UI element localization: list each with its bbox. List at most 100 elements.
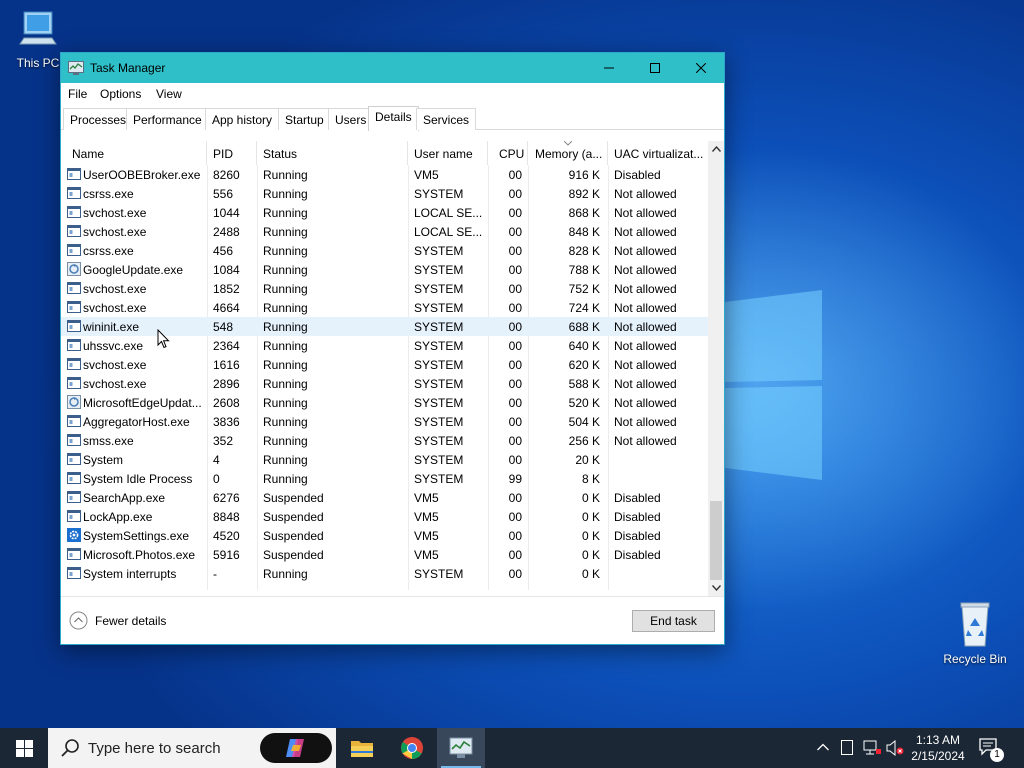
- table-row[interactable]: svchost.exe 1044 Running LOCAL SE... 00 868 K…: [61, 203, 708, 222]
- notification-center-button[interactable]: 1: [978, 736, 1004, 762]
- tab-performance[interactable]: Performance: [126, 108, 209, 130]
- cell-status: Running: [263, 453, 308, 467]
- chevron-up-circle-icon: [69, 611, 88, 630]
- column-header-name[interactable]: Name: [61, 141, 207, 165]
- window-icon: [67, 338, 81, 352]
- cell-mem: 0 K: [581, 548, 600, 562]
- updater-icon: [67, 395, 81, 409]
- cell-user: SYSTEM: [414, 396, 464, 410]
- cell-user: SYSTEM: [414, 282, 464, 296]
- table-row[interactable]: LockApp.exe 8848 Suspended VM5 00 0 K Disabled: [61, 507, 708, 526]
- table-row[interactable]: Microsoft.Photos.exe 5916 Suspended VM5 00 0 …: [61, 545, 708, 564]
- column-header-memory[interactable]: Memory (a...: [528, 141, 608, 165]
- window-icon: [67, 167, 81, 181]
- cell-user: VM5: [414, 510, 439, 524]
- cell-name: System Idle Process: [83, 472, 193, 486]
- start-button[interactable]: [0, 728, 48, 768]
- cell-name: wininit.exe: [83, 320, 140, 334]
- table-row[interactable]: csrss.exe 556 Running SYSTEM 00 892 K Not allo…: [61, 184, 708, 203]
- desktop-icon-label: Recycle Bin: [943, 652, 1007, 666]
- maximize-button[interactable]: [632, 53, 678, 83]
- window-icon: [67, 490, 81, 504]
- table-row[interactable]: svchost.exe 2488 Running LOCAL SE... 00 848 K…: [61, 222, 708, 241]
- cell-pid: 0: [213, 472, 220, 486]
- tab-startup[interactable]: Startup: [278, 108, 331, 130]
- window-icon: [67, 566, 81, 580]
- copilot-button[interactable]: [260, 733, 332, 763]
- desktop-icon-recycle-bin[interactable]: Recycle Bin: [940, 600, 1010, 666]
- cell-cpu: 00: [508, 263, 522, 277]
- menu-options[interactable]: Options: [100, 87, 141, 101]
- cell-mem: 828 K: [568, 244, 600, 258]
- cell-status: Running: [263, 187, 308, 201]
- end-task-button[interactable]: End task: [632, 610, 715, 632]
- cell-user: SYSTEM: [414, 320, 464, 334]
- tab-services[interactable]: Services: [416, 108, 477, 130]
- cell-pid: 556: [213, 187, 234, 201]
- column-header-user-name[interactable]: User name: [408, 141, 488, 165]
- cell-name: csrss.exe: [83, 187, 134, 201]
- taskbar-task-manager[interactable]: [437, 728, 485, 768]
- cell-pid: 2896: [213, 377, 240, 391]
- table-row[interactable]: SearchApp.exe 6276 Suspended VM5 00 0 K Disabl…: [61, 488, 708, 507]
- table-row[interactable]: UserOOBEBroker.exe 8260 Running VM5 00 916 K D…: [61, 165, 708, 184]
- menu-bar: File Options View: [61, 83, 724, 105]
- chevron-up-icon[interactable]: [817, 743, 829, 751]
- table-row[interactable]: smss.exe 352 Running SYSTEM 00 256 K Not allow…: [61, 431, 708, 450]
- cell-cpu: 99: [508, 472, 522, 486]
- column-header-pid[interactable]: PID: [207, 141, 257, 165]
- close-button[interactable]: [678, 53, 724, 83]
- table-row[interactable]: csrss.exe 456 Running SYSTEM 00 828 K Not allo…: [61, 241, 708, 260]
- tab-processes[interactable]: Processes: [63, 108, 134, 130]
- window-icon: [67, 300, 81, 314]
- tablet-icon[interactable]: [841, 740, 853, 755]
- cell-pid: 352: [213, 434, 234, 448]
- menu-file[interactable]: File: [68, 87, 87, 101]
- tab-details[interactable]: Details: [368, 106, 419, 131]
- column-header-cpu[interactable]: CPU: [488, 141, 528, 165]
- window-icon: [67, 281, 81, 295]
- table-row[interactable]: svchost.exe 1616 Running SYSTEM 00 620 K Not a…: [61, 355, 708, 374]
- table-row[interactable]: svchost.exe 2896 Running SYSTEM 00 588 K Not a…: [61, 374, 708, 393]
- column-header-uac[interactable]: UAC virtualizat...: [608, 141, 708, 165]
- cell-cpu: 00: [508, 377, 522, 391]
- cell-name: svchost.exe: [83, 282, 147, 296]
- window-icon: [67, 186, 81, 200]
- taskbar-clock[interactable]: 1:13 AM 2/15/2024: [906, 732, 970, 764]
- tab-app-history[interactable]: App history: [205, 108, 280, 130]
- fewer-details-toggle[interactable]: Fewer details: [69, 611, 166, 630]
- network-icon[interactable]: [863, 740, 881, 756]
- scroll-down-button[interactable]: [708, 580, 724, 596]
- table-row[interactable]: System Idle Process 0 Running SYSTEM 99 8 K: [61, 469, 708, 488]
- volume-muted-icon[interactable]: [886, 740, 904, 756]
- table-row[interactable]: System interrupts - Running SYSTEM 00 0 K: [61, 564, 708, 583]
- tab-users[interactable]: Users: [328, 108, 374, 130]
- vertical-scrollbar[interactable]: [708, 141, 724, 596]
- taskbar-file-explorer[interactable]: [338, 728, 386, 768]
- table-row[interactable]: SystemSettings.exe 4520 Suspended VM5 00 0 K D…: [61, 526, 708, 545]
- window-icon: [67, 509, 81, 523]
- window-icon: [67, 452, 81, 466]
- cell-name: UserOOBEBroker.exe: [83, 168, 201, 182]
- taskbar-chrome[interactable]: [388, 728, 436, 768]
- cell-name: svchost.exe: [83, 206, 147, 220]
- scroll-thumb[interactable]: [710, 501, 722, 580]
- scroll-up-button[interactable]: [708, 141, 724, 157]
- cell-pid: 548: [213, 320, 234, 334]
- table-row[interactable]: MicrosoftEdgeUpdat... 2608 Running SYSTEM 00…: [61, 393, 708, 412]
- cell-status: Running: [263, 282, 308, 296]
- table-row[interactable]: svchost.exe 1852 Running SYSTEM 00 752 K Not a…: [61, 279, 708, 298]
- cell-status: Running: [263, 396, 308, 410]
- cell-user: SYSTEM: [414, 301, 464, 315]
- cell-status: Running: [263, 434, 308, 448]
- minimize-button[interactable]: [586, 53, 632, 83]
- table-row[interactable]: GoogleUpdate.exe 1084 Running SYSTEM 00 788 K…: [61, 260, 708, 279]
- menu-view[interactable]: View: [156, 87, 182, 101]
- column-header-status[interactable]: Status: [257, 141, 408, 165]
- table-row[interactable]: svchost.exe 4664 Running SYSTEM 00 724 K Not a…: [61, 298, 708, 317]
- window-icon: [67, 357, 81, 371]
- table-row[interactable]: System 4 Running SYSTEM 00 20 K: [61, 450, 708, 469]
- title-bar[interactable]: Task Manager: [61, 53, 724, 83]
- cell-pid: 1084: [213, 263, 240, 277]
- table-row[interactable]: AggregatorHost.exe 3836 Running SYSTEM 00 504…: [61, 412, 708, 431]
